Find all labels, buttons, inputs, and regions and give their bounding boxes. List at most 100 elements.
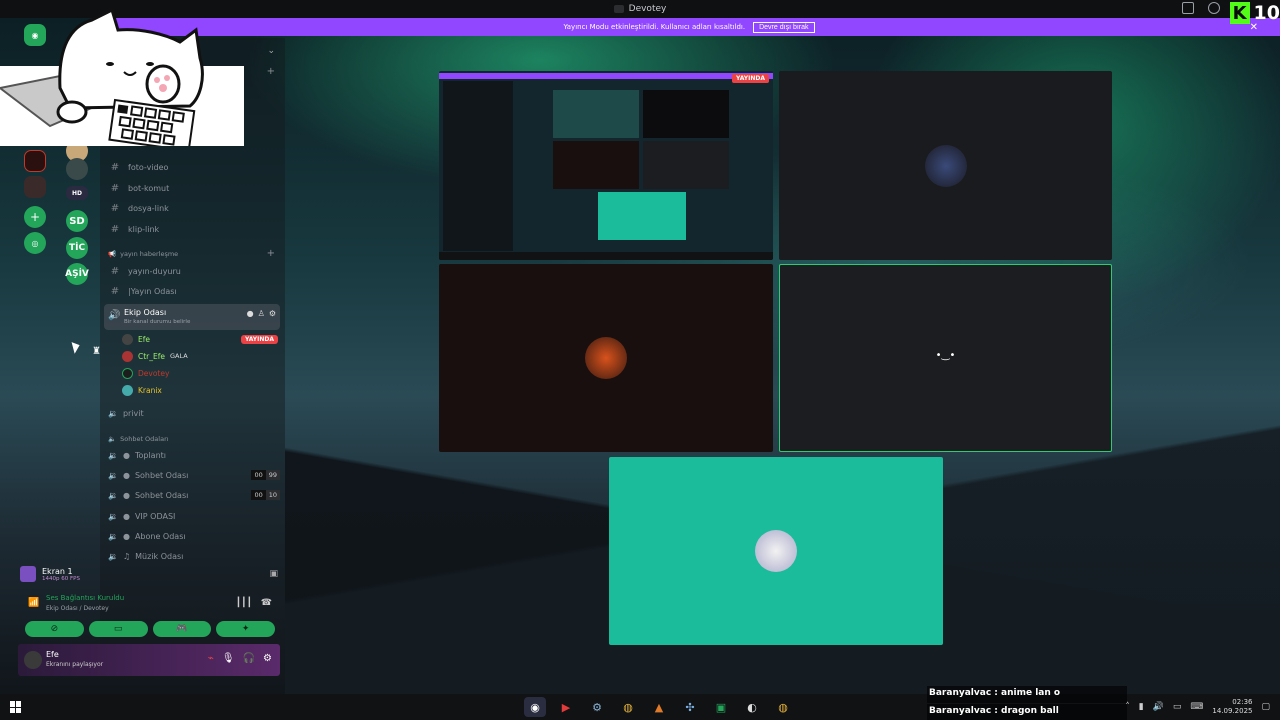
stream-tile-kranix[interactable]: [609, 457, 943, 645]
inbox-icon[interactable]: [1182, 2, 1194, 14]
member-name: Kranix: [138, 385, 162, 395]
gear-icon[interactable]: ⚙: [263, 653, 272, 664]
server-tic[interactable]: TİC: [66, 237, 88, 259]
voice-channel-sohbet-1[interactable]: 🔉 ● Sohbet Odası 00 99: [108, 466, 280, 484]
voice-connected-title[interactable]: Ses Bağlantısı Kuruldu: [46, 594, 124, 602]
avatar[interactable]: [24, 651, 42, 669]
disconnect-icon[interactable]: ☎: [261, 598, 272, 608]
screen-share-quality: 1440p 60 FPS: [42, 575, 80, 582]
add-member-icon[interactable]: ♙: [258, 309, 265, 318]
channel-dosya-link[interactable]: # dosya-link: [108, 199, 280, 217]
category-sohbet-odalari[interactable]: 🔈 Sohbet Odaları: [108, 435, 169, 443]
voice-channel-vip[interactable]: 🔉 ● VIP ODASI: [108, 507, 280, 525]
channel-status[interactable]: Bir kanal durumu belirle: [124, 319, 190, 325]
stream-tile-active-speaker[interactable]: •‿•: [779, 264, 1112, 452]
server-hd[interactable]: HD: [66, 186, 88, 200]
voice-channel-ekip-odasi[interactable]: 🔊 Ekip Odası Bir kanal durumu belirle ● …: [104, 304, 280, 330]
chat-message: Baranyalvac : anime lan o: [927, 686, 1127, 703]
chevron-down-icon[interactable]: ⌄: [267, 46, 275, 56]
mini-sidebar: [443, 81, 513, 251]
channel-label: |Yayın Odası: [128, 286, 177, 296]
voice-channel-label: Toplantı: [134, 450, 167, 460]
voice-channel-abone[interactable]: 🔉 ● Abone Odası: [108, 527, 280, 545]
steam-icon[interactable]: ⚙: [586, 697, 608, 717]
stream-tile-ctr-efe[interactable]: [779, 71, 1112, 260]
chrome-icon[interactable]: ◍: [617, 697, 639, 717]
voice-actions: ⊘ ▭ 🎮 ✦: [25, 621, 275, 637]
server-icon-multi[interactable]: [24, 176, 46, 198]
headphones-icon[interactable]: 🎧: [243, 653, 255, 664]
hash-icon: #: [110, 223, 120, 235]
server-icon-red[interactable]: [24, 150, 46, 172]
voice-member-efe[interactable]: Efe YAYINDA: [122, 331, 278, 347]
hash-icon: #: [110, 202, 120, 214]
voice-channel-toplanti[interactable]: 🔉 ● Toplantı: [108, 446, 280, 464]
server-sd[interactable]: SD: [66, 210, 88, 232]
plus-icon[interactable]: +: [267, 248, 275, 259]
gear-icon[interactable]: ⚙: [269, 309, 276, 318]
channel-yayin-odasi[interactable]: # |Yayın Odası: [108, 282, 280, 300]
voice-member-ctr-efe[interactable]: Ctr_Efe GALA: [122, 348, 278, 364]
avatar: [122, 350, 133, 362]
explore-icon[interactable]: ◎: [24, 232, 46, 254]
obs-icon[interactable]: ◐: [741, 697, 763, 717]
voice-connected-channel[interactable]: Ekip Odası / Devotey: [46, 605, 109, 612]
share-screen-button[interactable]: ▭: [88, 621, 148, 637]
kick-viewer-count: 10: [1253, 2, 1280, 24]
notification-icon[interactable]: ▢: [1261, 702, 1270, 712]
voice-channel-label: privit: [122, 408, 144, 418]
voice-channel-sohbet-2[interactable]: 🔉 ● Sohbet Odası 00 10: [108, 486, 280, 504]
user-limit-badge: 00 10: [251, 490, 280, 500]
stream-tile-efe[interactable]: YAYINDA: [439, 71, 773, 260]
stream-tile-devotey[interactable]: [439, 264, 773, 452]
server-avatar[interactable]: [66, 158, 88, 180]
plus-icon[interactable]: +: [267, 66, 275, 77]
volume-icon[interactable]: 🔊: [1153, 702, 1164, 712]
disable-streamer-mode-button[interactable]: Devre dışı bırak: [753, 21, 815, 33]
screen-thumbnail[interactable]: [20, 566, 36, 582]
hash-icon: #: [110, 265, 120, 277]
speaker-icon: 🔉: [108, 490, 118, 500]
vlc-icon[interactable]: ▲: [648, 697, 670, 717]
app-icon[interactable]: ✣: [679, 697, 701, 717]
add-server-icon[interactable]: +: [24, 206, 46, 228]
network-icon[interactable]: ▭: [1173, 702, 1182, 712]
help-icon[interactable]: [1208, 2, 1220, 14]
username: Efe: [46, 650, 59, 659]
voice-member-devotey[interactable]: Devotey: [122, 365, 278, 381]
stop-stream-icon[interactable]: ▣: [269, 569, 278, 579]
media-player-icon[interactable]: ▶: [555, 697, 577, 717]
mini-banner: [439, 73, 773, 79]
avatar: [924, 144, 967, 187]
clock-time: 02:36: [1232, 698, 1253, 706]
server-asiv[interactable]: AŞİV: [65, 263, 89, 285]
avatar: [122, 367, 133, 379]
noise-suppression-icon[interactable]: ┃┃┃: [236, 598, 252, 608]
voice-member-kranix[interactable]: Kranix: [122, 382, 278, 398]
robot-icon: ♜: [92, 346, 101, 357]
streamer-mode-banner: Yayıncı Modu etkinleştirildi. Kullanıcı …: [98, 18, 1280, 36]
windows-start-icon[interactable]: [10, 701, 22, 713]
activity-button[interactable]: 🎮: [152, 621, 212, 637]
chrome-icon[interactable]: ◍: [772, 697, 794, 717]
channel-yayin-duyuru[interactable]: # yayın-duyuru: [108, 262, 280, 280]
keyboard-icon[interactable]: ⌨: [1190, 702, 1203, 712]
chat-bubble-icon[interactable]: ●: [247, 309, 254, 318]
app-icon[interactable]: ▣: [710, 697, 732, 717]
discord-icon[interactable]: ◉: [524, 697, 546, 717]
channel-bot-komut[interactable]: # bot-komut: [108, 179, 280, 197]
voice-channel-label: Abone Odası: [134, 531, 186, 541]
usb-icon[interactable]: ▮: [1139, 702, 1144, 712]
voice-connection-panel: 📶 Ses Bağlantısı Kuruldu Ekip Odası / De…: [20, 592, 278, 620]
voice-channel-privit[interactable]: 🔉 privit: [108, 404, 280, 422]
game-icon[interactable]: ⌁: [208, 653, 214, 664]
bongo-cat-overlay: [0, 8, 244, 146]
channel-klip-link[interactable]: # klip-link: [108, 220, 280, 238]
channel-foto-video[interactable]: # foto-video: [108, 158, 280, 176]
clock[interactable]: 02:36 14.09.2025: [1212, 698, 1252, 716]
category-yayin-haberlesme[interactable]: 📢 yayın haberleşme: [108, 250, 178, 258]
microphone-icon[interactable]: 🎙: [222, 653, 235, 664]
soundboard-button[interactable]: ✦: [216, 621, 275, 637]
camera-button[interactable]: ⊘: [25, 621, 84, 637]
hash-icon: #: [110, 285, 120, 297]
